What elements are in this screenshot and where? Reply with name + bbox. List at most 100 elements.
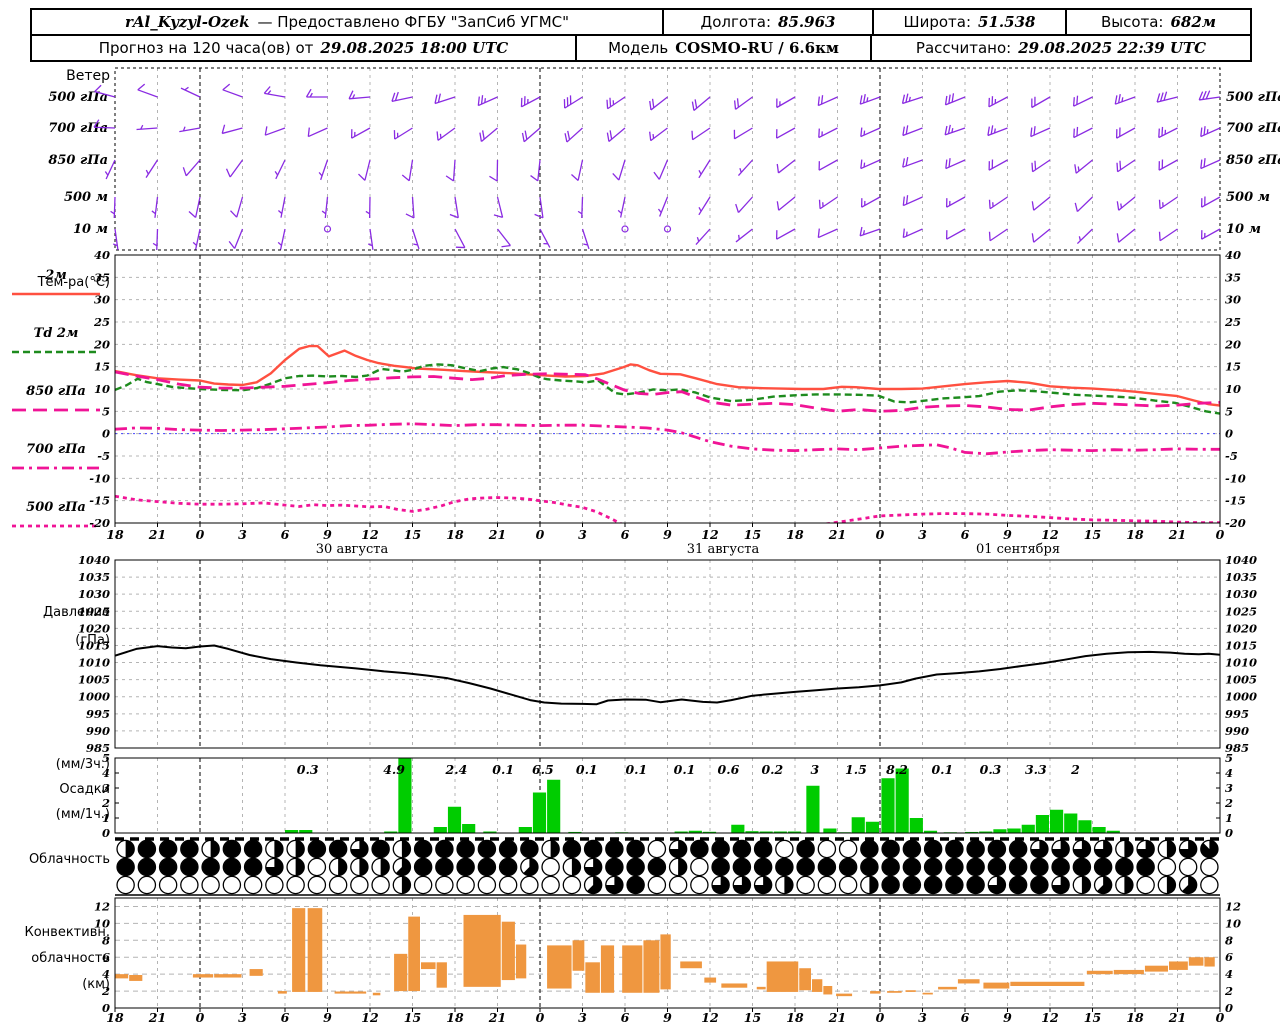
wind-barb-icon [951, 93, 955, 103]
wind-barb-icon [234, 228, 244, 249]
wind-barb-icon [859, 95, 863, 105]
wind-barb-icon [612, 173, 620, 181]
wind-level-label-right: 700 гПа [1226, 121, 1280, 136]
wind-barb-icon [1031, 162, 1034, 172]
wind-barb-icon [104, 171, 109, 176]
cloud-cover-fill [550, 840, 560, 858]
wind-barb-icon [902, 159, 923, 168]
hour-label: 0 [196, 527, 205, 542]
cloud-cover-icon [477, 875, 497, 895]
hour-label-bottom: 18 [786, 1010, 804, 1024]
wind-barb-icon [1116, 162, 1119, 172]
cloud-cover-fill [924, 840, 942, 858]
hour-label: 15 [744, 527, 761, 542]
hour-label-bottom: 21 [488, 1010, 506, 1024]
convective-cloud-bar [277, 991, 287, 994]
wind-barb-icon [1034, 160, 1037, 170]
precip-sum-label: 0.1 [674, 762, 696, 777]
cloud-cover-fill [967, 876, 984, 894]
wind-barb-icon [225, 168, 231, 178]
cloud-cover-icon [307, 857, 327, 877]
cloud-cover-fill [210, 840, 220, 858]
wind-barb-icon [1200, 159, 1221, 170]
wind-barb-icon [1199, 96, 1221, 101]
wind-barb-icon [1031, 233, 1035, 243]
wind-barb-icon [411, 228, 420, 250]
pressure-tick-left: 1035 [78, 570, 110, 584]
wind-barb-icon [860, 127, 881, 138]
wind-barb-icon [571, 174, 579, 182]
wind-barb-icon [946, 228, 966, 240]
temp-tick-right: 35 [1225, 270, 1241, 284]
wind-barb-icon [151, 210, 156, 215]
hour-label-bottom: 6 [621, 1010, 630, 1024]
wind-barb-icon [501, 244, 511, 248]
wind-barb-icon [903, 228, 923, 239]
wind-barb-icon [859, 226, 863, 236]
hour-label: 0 [1216, 527, 1225, 542]
cloud-cover-fill [839, 858, 857, 876]
wind-barb-icon [1161, 126, 1164, 136]
hour-label: 3 [918, 527, 927, 542]
cloud-cover-fill [733, 840, 751, 858]
wind-barb-icon [905, 125, 909, 135]
wind-barb-icon [567, 130, 571, 140]
wind-barb-icon [320, 159, 329, 181]
cloud-cover-fill [380, 858, 390, 876]
wind-barb-icon [902, 96, 923, 105]
wind-barb-icon [564, 133, 568, 143]
convective-cloud-bar [572, 940, 585, 971]
wind-barb-icon [179, 127, 201, 133]
wind-barb-icon [606, 132, 610, 142]
precip-bar [881, 778, 895, 833]
wind-barb-icon [691, 130, 694, 140]
wind-barb-icon [481, 130, 485, 140]
convective-cloud-bar [585, 962, 600, 993]
wind-barb-icon [137, 83, 146, 91]
wind-barb-icon [820, 95, 824, 105]
wind-barb-icon [606, 99, 609, 109]
cloud-cover-fill [202, 858, 219, 876]
precip-bar [993, 829, 1007, 833]
wind-barb-icon [1200, 159, 1203, 169]
cloud-cover-icon [668, 875, 688, 895]
precip-tick-left: 2 [101, 796, 110, 810]
hour-label: 15 [1084, 527, 1101, 542]
convective-cloud-bar [1086, 970, 1113, 975]
cloud-cover-fill [946, 840, 963, 858]
wind-barb-icon [860, 159, 863, 169]
wind-barb-icon [737, 159, 753, 177]
hour-label: 6 [961, 527, 970, 542]
wind-barb-icon [617, 209, 622, 214]
wind-barb-icon [318, 172, 323, 177]
wind-barb-icon [1076, 95, 1079, 105]
cloud-cover-fill [295, 840, 305, 858]
cloud-cover-fill [181, 840, 198, 858]
wind-barb-icon [609, 97, 612, 107]
cloud-cover-fill [563, 840, 581, 858]
wind-barb-icon [436, 131, 439, 141]
cloud-cover-fill [584, 840, 602, 858]
cloud-cover-fill [274, 840, 283, 858]
cloud-cover-fill [1073, 858, 1091, 876]
wind-barb-icon [1118, 228, 1136, 243]
wind-barb-icon [776, 163, 780, 174]
pressure-tick-left: 1010 [78, 656, 110, 670]
wind-barb-icon [862, 93, 866, 104]
precip-bar [851, 817, 865, 833]
cloud-cover-icon [541, 857, 560, 877]
convective-cloud-bar [463, 914, 501, 987]
convective-cloud-bar [1169, 961, 1188, 970]
cloud-cover-icon [817, 875, 837, 895]
precip-sum-label: 0.3 [297, 762, 319, 777]
convective-cloud-bar [812, 979, 823, 992]
hour-label-bottom: 0 [876, 1010, 885, 1024]
wind-barb-icon [264, 92, 286, 98]
hour-label: 21 [1168, 527, 1186, 542]
cloud-cover-fill [401, 840, 411, 858]
cloud-cover-fill [712, 840, 729, 858]
convective-cloud-bar [799, 968, 811, 991]
wind-barb-icon [944, 125, 948, 135]
temp-tick-right: 20 [1224, 337, 1241, 351]
convective-cloud-bar [372, 992, 381, 996]
